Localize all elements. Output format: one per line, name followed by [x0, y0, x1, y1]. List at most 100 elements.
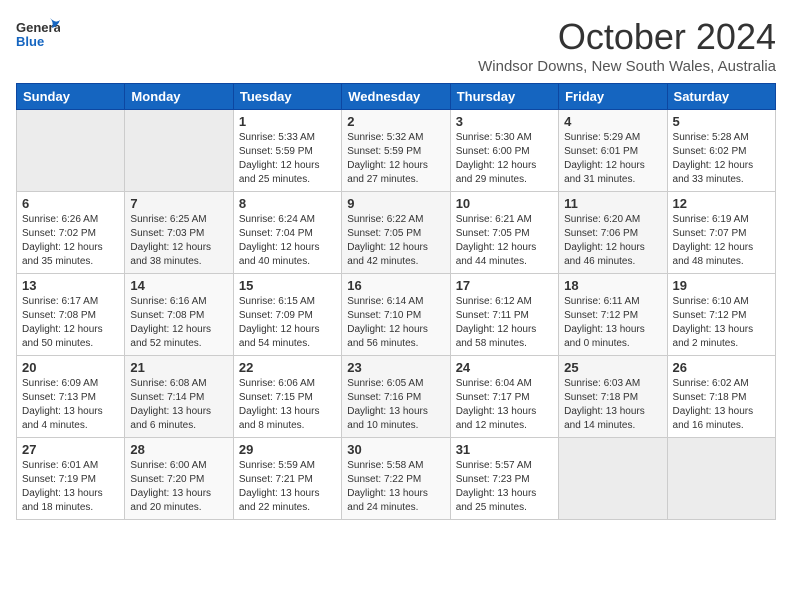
calendar-cell: 23Sunrise: 6:05 AM Sunset: 7:16 PM Dayli… — [342, 356, 450, 438]
calendar-cell: 10 Sunrise: 6:21 AM Sunset: 7:05 PM Dayli… — [450, 192, 558, 274]
calendar-cell: 16 Sunrise: 6:14 AM Sunset: 7:10 PM Dayli… — [342, 274, 450, 356]
day-info: Sunrise: 6:20 AM Sunset: 7:06 PM Dayligh… — [564, 213, 661, 269]
day-info: Sunrise: 6:15 AM Sunset: 7:09 PM Dayligh… — [239, 295, 336, 351]
calendar-cell: 6 Sunrise: 6:26 AM Sunset: 7:02 PM Daylig… — [17, 192, 125, 274]
calendar-cell: 15 Sunrise: 6:15 AM Sunset: 7:09 PM Dayli… — [233, 274, 341, 356]
day-info: Sunrise: 6:11 AM Sunset: 7:12 PM Dayligh… — [564, 295, 661, 351]
day-info: Sunrise: 6:01 AM Sunset: 7:19 PM Dayligh… — [22, 459, 119, 515]
day-info: Sunrise: 6:06 AM Sunset: 7:15 PM Dayligh… — [239, 377, 336, 433]
calendar-cell: 2 Sunrise: 5:32 AM Sunset: 5:59 PM Daylig… — [342, 110, 450, 192]
day-number: 17 — [456, 278, 553, 293]
calendar-cell — [559, 438, 667, 520]
day-info: Sunrise: 6:09 AM Sunset: 7:13 PM Dayligh… — [22, 377, 119, 433]
day-number: 9 — [347, 196, 444, 211]
calendar-cell: 13 Sunrise: 6:17 AM Sunset: 7:08 PM Dayli… — [17, 274, 125, 356]
day-info: Sunrise: 6:12 AM Sunset: 7:11 PM Dayligh… — [456, 295, 553, 351]
calendar-cell — [667, 438, 775, 520]
day-number: 1 — [239, 114, 336, 129]
day-number: 6 — [22, 196, 119, 211]
day-number: 18 — [564, 278, 661, 293]
day-number: 29 — [239, 442, 336, 457]
calendar-cell: 14 Sunrise: 6:16 AM Sunset: 7:08 PM Dayli… — [125, 274, 233, 356]
day-info: Sunrise: 6:17 AM Sunset: 7:08 PM Dayligh… — [22, 295, 119, 351]
day-number: 15 — [239, 278, 336, 293]
day-info: Sunrise: 5:28 AM Sunset: 6:02 PM Dayligh… — [673, 131, 770, 187]
day-number: 16 — [347, 278, 444, 293]
calendar-cell: 8 Sunrise: 6:24 AM Sunset: 7:04 PM Daylig… — [233, 192, 341, 274]
day-number: 3 — [456, 114, 553, 129]
calendar-cell: 31 Sunrise: 5:57 AM Sunset: 7:23 PM Dayli… — [450, 438, 558, 520]
day-number: 7 — [130, 196, 227, 211]
day-info: Sunrise: 6:16 AM Sunset: 7:08 PM Dayligh… — [130, 295, 227, 351]
calendar-cell — [17, 110, 125, 192]
day-info: Sunrise: 6:19 AM Sunset: 7:07 PM Dayligh… — [673, 213, 770, 269]
day-info: Sunrise: 6:22 AM Sunset: 7:05 PM Dayligh… — [347, 213, 444, 269]
calendar-cell: 30 Sunrise: 5:58 AM Sunset: 7:22 PM Dayli… — [342, 438, 450, 520]
day-info: Sunrise: 6:00 AM Sunset: 7:20 PM Dayligh… — [130, 459, 227, 515]
day-of-week-header: Friday — [559, 84, 667, 110]
day-info: Sunrise: 6:26 AM Sunset: 7:02 PM Dayligh… — [22, 213, 119, 269]
day-info: Sunrise: 5:32 AM Sunset: 5:59 PM Dayligh… — [347, 131, 444, 187]
day-of-week-header: Saturday — [667, 84, 775, 110]
day-number: 24 — [456, 360, 553, 375]
calendar-week-row: 13 Sunrise: 6:17 AM Sunset: 7:08 PM Dayli… — [17, 274, 776, 356]
calendar-cell: 5 Sunrise: 5:28 AM Sunset: 6:02 PM Daylig… — [667, 110, 775, 192]
day-info: Sunrise: 6:03 AM Sunset: 7:18 PM Dayligh… — [564, 377, 661, 433]
day-number: 10 — [456, 196, 553, 211]
day-info: Sunrise: 5:57 AM Sunset: 7:23 PM Dayligh… — [456, 459, 553, 515]
page-header: General Blue October 2024 Windsor Downs,… — [16, 16, 776, 75]
calendar-cell: 25 Sunrise: 6:03 AM Sunset: 7:18 PM Dayli… — [559, 356, 667, 438]
svg-text:Blue: Blue — [16, 34, 44, 49]
day-of-week-header: Tuesday — [233, 84, 341, 110]
day-number: 27 — [22, 442, 119, 457]
day-of-week-header: Monday — [125, 84, 233, 110]
calendar-week-row: 6 Sunrise: 6:26 AM Sunset: 7:02 PM Daylig… — [17, 192, 776, 274]
day-number: 12 — [673, 196, 770, 211]
day-number: 26 — [673, 360, 770, 375]
day-number: 14 — [130, 278, 227, 293]
day-number: 25 — [564, 360, 661, 375]
day-info: Sunrise: 6:08 AM Sunset: 7:14 PM Dayligh… — [130, 377, 227, 433]
day-info: Sunrise: 6:02 AM Sunset: 7:18 PM Dayligh… — [673, 377, 770, 433]
location-subtitle: Windsor Downs, New South Wales, Australi… — [478, 58, 776, 75]
calendar-cell: 12 Sunrise: 6:19 AM Sunset: 7:07 PM Dayli… — [667, 192, 775, 274]
day-number: 31 — [456, 442, 553, 457]
calendar-week-row: 27 Sunrise: 6:01 AM Sunset: 7:19 PM Dayli… — [17, 438, 776, 520]
day-info: Sunrise: 6:21 AM Sunset: 7:05 PM Dayligh… — [456, 213, 553, 269]
day-number: 20 — [22, 360, 119, 375]
day-number: 8 — [239, 196, 336, 211]
calendar-cell — [125, 110, 233, 192]
calendar-cell: 17 Sunrise: 6:12 AM Sunset: 7:11 PM Dayli… — [450, 274, 558, 356]
day-number: 28 — [130, 442, 227, 457]
day-number: 23 — [347, 360, 444, 375]
calendar-cell: 22Sunrise: 6:06 AM Sunset: 7:15 PM Dayli… — [233, 356, 341, 438]
calendar-cell: 28 Sunrise: 6:00 AM Sunset: 7:20 PM Dayli… — [125, 438, 233, 520]
day-info: Sunrise: 5:58 AM Sunset: 7:22 PM Dayligh… — [347, 459, 444, 515]
day-info: Sunrise: 5:33 AM Sunset: 5:59 PM Dayligh… — [239, 131, 336, 187]
day-of-week-header: Thursday — [450, 84, 558, 110]
day-info: Sunrise: 6:25 AM Sunset: 7:03 PM Dayligh… — [130, 213, 227, 269]
day-number: 11 — [564, 196, 661, 211]
logo: General Blue — [16, 16, 60, 52]
day-number: 5 — [673, 114, 770, 129]
calendar-cell: 4Sunrise: 5:29 AM Sunset: 6:01 PM Daylig… — [559, 110, 667, 192]
calendar-header-row: SundayMondayTuesdayWednesdayThursdayFrid… — [17, 84, 776, 110]
day-number: 2 — [347, 114, 444, 129]
calendar-cell: 29 Sunrise: 5:59 AM Sunset: 7:21 PM Dayli… — [233, 438, 341, 520]
day-info: Sunrise: 6:24 AM Sunset: 7:04 PM Dayligh… — [239, 213, 336, 269]
day-number: 19 — [673, 278, 770, 293]
title-section: October 2024 Windsor Downs, New South Wa… — [478, 16, 776, 75]
day-info: Sunrise: 5:30 AM Sunset: 6:00 PM Dayligh… — [456, 131, 553, 187]
day-number: 13 — [22, 278, 119, 293]
day-info: Sunrise: 5:29 AM Sunset: 6:01 PM Dayligh… — [564, 131, 661, 187]
day-info: Sunrise: 5:59 AM Sunset: 7:21 PM Dayligh… — [239, 459, 336, 515]
calendar-cell: 20 Sunrise: 6:09 AM Sunset: 7:13 PM Dayli… — [17, 356, 125, 438]
calendar-cell: 19Sunrise: 6:10 AM Sunset: 7:12 PM Dayli… — [667, 274, 775, 356]
day-info: Sunrise: 6:14 AM Sunset: 7:10 PM Dayligh… — [347, 295, 444, 351]
calendar-cell: 27 Sunrise: 6:01 AM Sunset: 7:19 PM Dayli… — [17, 438, 125, 520]
calendar-cell: 3 Sunrise: 5:30 AM Sunset: 6:00 PM Daylig… — [450, 110, 558, 192]
calendar-cell: 11 Sunrise: 6:20 AM Sunset: 7:06 PM Dayli… — [559, 192, 667, 274]
day-number: 30 — [347, 442, 444, 457]
calendar-week-row: 1 Sunrise: 5:33 AM Sunset: 5:59 PM Daylig… — [17, 110, 776, 192]
calendar-cell: 21Sunrise: 6:08 AM Sunset: 7:14 PM Dayli… — [125, 356, 233, 438]
